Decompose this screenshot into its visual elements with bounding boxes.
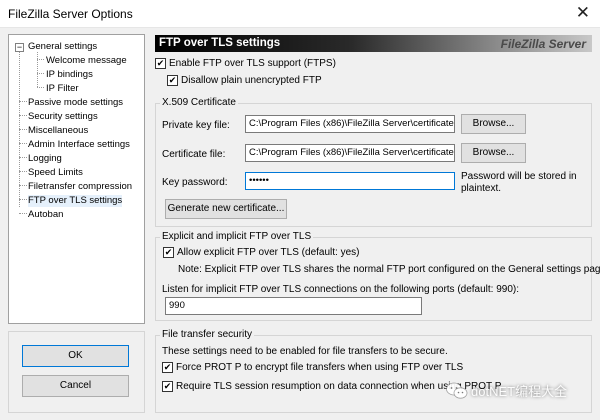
force-prot-p-checkbox[interactable]: ✔ Force PROT P to encrypt file transfers… xyxy=(162,362,463,373)
dialog-client: − General settings Welcome message IP bi… xyxy=(0,28,600,420)
sidebar-item-security-settings[interactable]: Security settings xyxy=(28,111,98,123)
page-header: FTP over TLS settings FileZilla Server xyxy=(155,35,592,52)
tree-connector xyxy=(19,171,27,172)
tree-connector xyxy=(19,199,27,200)
allow-explicit-tls-checkbox[interactable]: ✔ Allow explicit FTP over TLS (default: … xyxy=(163,247,359,258)
implicit-ports-input[interactable]: 990 xyxy=(165,297,422,315)
certificate-file-input[interactable]: C:\Program Files (x86)\FileZilla Server\… xyxy=(245,144,455,162)
title-bar: FileZilla Server Options ✕ xyxy=(0,0,600,28)
transfer-security-group-label: File transfer security xyxy=(160,329,255,340)
window-title: FileZilla Server Options xyxy=(8,7,133,21)
browse-certificate-button[interactable]: Browse... xyxy=(461,143,526,163)
tree-connector xyxy=(19,185,27,186)
tree-connector xyxy=(19,101,27,102)
sidebar-item-general-settings[interactable]: General settings xyxy=(28,41,97,53)
sidebar-item-miscellaneous[interactable]: Miscellaneous xyxy=(28,125,88,137)
page-title: FTP over TLS settings xyxy=(159,37,281,49)
implicit-ports-label: Listen for implicit FTP over TLS connect… xyxy=(162,284,520,295)
sidebar-item-ftp-over-tls[interactable]: FTP over TLS settings xyxy=(28,195,123,207)
checkmark-icon: ✔ xyxy=(167,75,178,86)
tree-connector xyxy=(19,143,27,144)
sidebar-item-logging[interactable]: Logging xyxy=(28,153,62,165)
close-icon[interactable]: ✕ xyxy=(576,3,590,23)
tree-connector xyxy=(37,52,38,87)
ok-button[interactable]: OK xyxy=(22,345,129,367)
watermark-text: dotNET编程大全 xyxy=(471,384,568,399)
sidebar-item-speed-limits[interactable]: Speed Limits xyxy=(28,167,83,179)
sidebar-item-autoban[interactable]: Autoban xyxy=(28,209,63,221)
tree-connector xyxy=(37,73,44,74)
disallow-plain-ftp-checkbox[interactable]: ✔ Disallow plain unencrypted FTP xyxy=(167,75,322,86)
settings-tree[interactable]: − General settings Welcome message IP bi… xyxy=(8,34,145,324)
tree-connector xyxy=(19,115,27,116)
password-note: Password will be stored in xyxy=(461,171,577,182)
tree-connector xyxy=(37,87,44,88)
explicit-tls-note: Note: Explicit FTP over TLS shares the n… xyxy=(178,264,600,275)
tree-connector xyxy=(19,157,27,158)
disallow-plain-ftp-label: Disallow plain unencrypted FTP xyxy=(181,75,322,86)
checkmark-icon: ✔ xyxy=(162,362,173,373)
tree-connector xyxy=(19,213,27,214)
private-key-label: Private key file: xyxy=(162,120,230,131)
generate-certificate-button[interactable]: Generate new certificate... xyxy=(165,199,287,219)
sidebar-item-admin-interface[interactable]: Admin Interface settings xyxy=(28,139,130,151)
force-prot-p-label: Force PROT P to encrypt file transfers w… xyxy=(176,362,464,373)
collapse-icon[interactable]: − xyxy=(15,43,24,52)
chat-bubble-icon xyxy=(446,382,468,399)
enable-tls-checkbox[interactable]: ✔ Enable FTP over TLS support (FTPS) xyxy=(155,58,336,69)
certificate-group-label: X.509 Certificate xyxy=(160,97,238,108)
browse-private-key-button[interactable]: Browse... xyxy=(461,114,526,134)
checkmark-icon: ✔ xyxy=(155,58,166,69)
sidebar-item-ip-bindings[interactable]: IP bindings xyxy=(46,69,93,81)
key-password-input[interactable]: •••••• xyxy=(245,172,455,190)
sidebar-item-welcome-message[interactable]: Welcome message xyxy=(46,55,127,67)
explicit-implicit-group-label: Explicit and implicit FTP over TLS xyxy=(160,231,314,242)
enable-tls-label: Enable FTP over TLS support (FTPS) xyxy=(169,58,336,69)
sidebar-item-ip-filter[interactable]: IP Filter xyxy=(46,83,79,95)
sidebar-item-passive-mode[interactable]: Passive mode settings xyxy=(28,97,123,109)
password-note-continued: plaintext. xyxy=(461,183,502,194)
tree-connector xyxy=(19,129,27,130)
tree-connector xyxy=(37,59,44,60)
watermark: dotNET编程大全 xyxy=(446,381,567,400)
checkmark-icon: ✔ xyxy=(162,381,173,392)
cancel-button[interactable]: Cancel xyxy=(22,375,129,397)
certificate-file-label: Certificate file: xyxy=(162,149,226,160)
key-password-label: Key password: xyxy=(162,177,228,188)
dialog-buttons-group xyxy=(8,331,145,413)
allow-explicit-tls-label: Allow explicit FTP over TLS (default: ye… xyxy=(177,247,360,258)
transfer-security-description: These settings need to be enabled for fi… xyxy=(162,346,448,357)
sidebar-item-filetransfer-compression[interactable]: Filetransfer compression xyxy=(28,181,132,193)
private-key-input[interactable]: C:\Program Files (x86)\FileZilla Server\… xyxy=(245,115,455,133)
brand-label: FileZilla Server xyxy=(500,37,586,51)
checkmark-icon: ✔ xyxy=(163,247,174,258)
